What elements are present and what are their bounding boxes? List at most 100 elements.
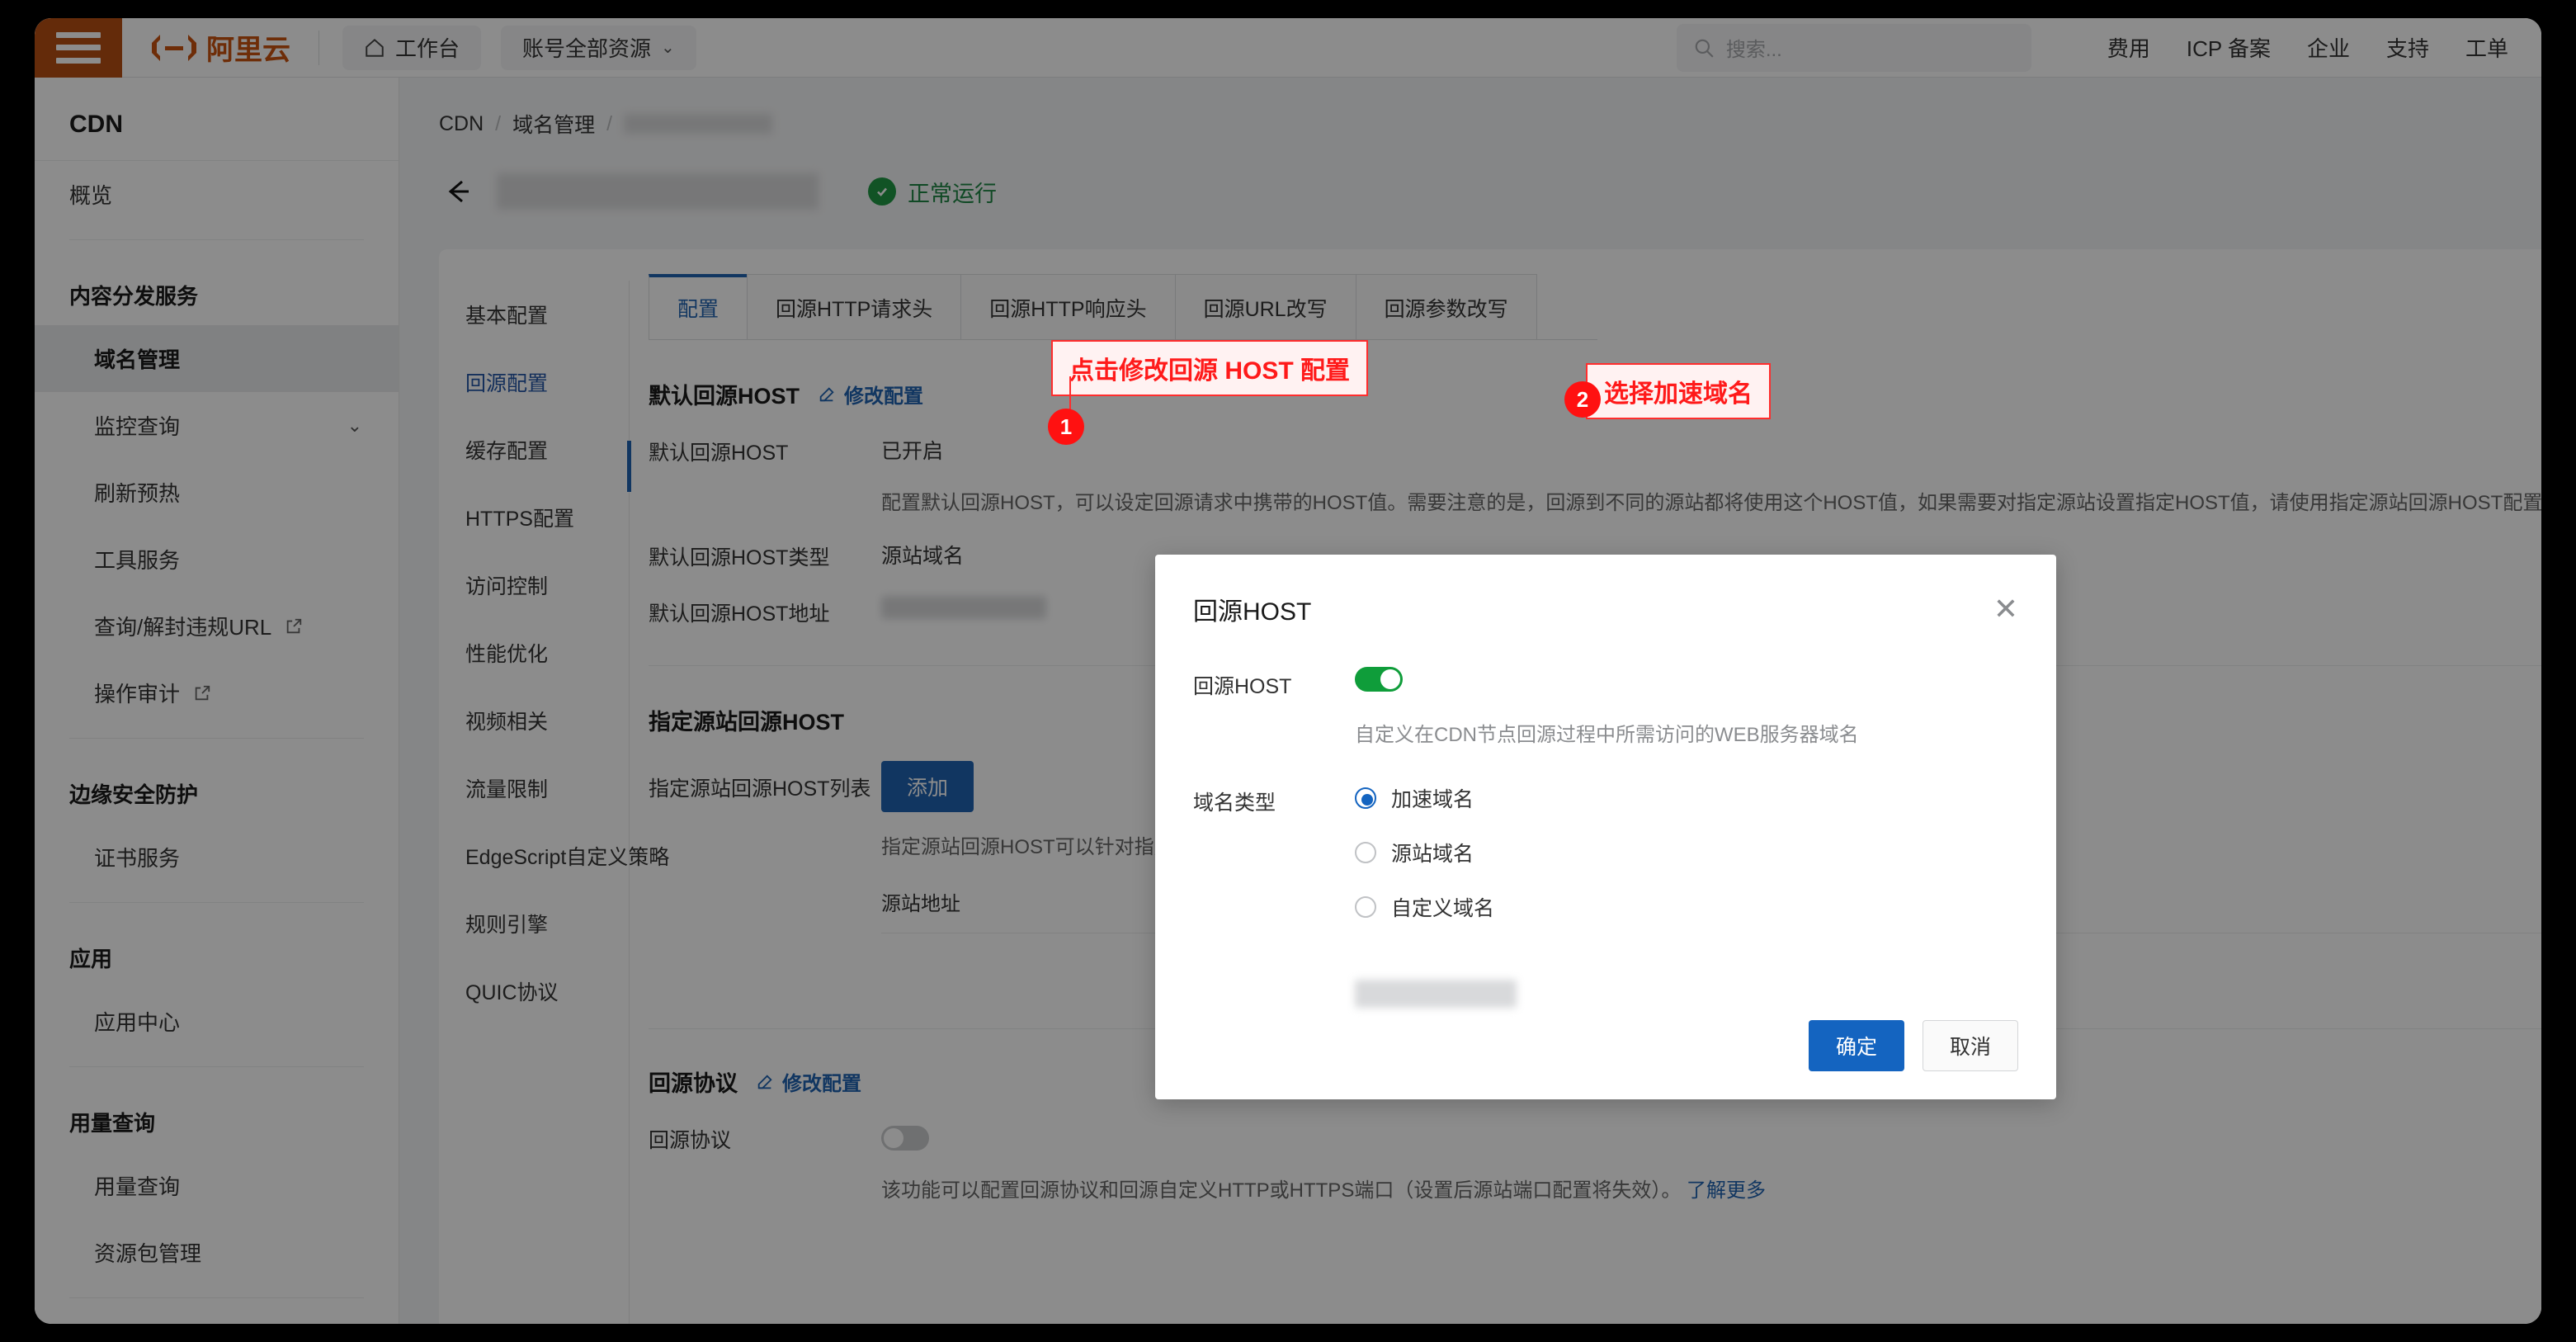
annotation-1-badge: 1 <box>1048 409 1084 445</box>
breadcrumb-item-domain-redacted <box>624 114 772 134</box>
section-title-label: 回源协议 <box>649 1066 738 1098</box>
cancel-button[interactable]: 取消 <box>1923 1020 2018 1071</box>
nav-support[interactable]: 支持 <box>2386 32 2429 63</box>
back-arrow-icon[interactable] <box>439 173 475 210</box>
tab-config[interactable]: 配置 <box>649 274 748 339</box>
learn-more-link[interactable]: 了解更多 <box>1687 1179 1766 1202</box>
workbench-button[interactable]: 工作台 <box>342 26 481 70</box>
sidebar-item-illegal-url[interactable]: 查询/解封违规URL <box>35 593 399 659</box>
config-menu-origin[interactable]: 回源配置 <box>439 348 629 416</box>
config-menu-cache[interactable]: 缓存配置 <box>439 416 629 484</box>
search-icon <box>1693 37 1715 59</box>
section-title-label: 指定源站回源HOST <box>649 704 844 736</box>
tab-param-rewrite[interactable]: 回源参数改写 <box>1356 274 1537 339</box>
breadcrumb-item-cdn[interactable]: CDN <box>439 112 484 136</box>
sidebar-item-certificate[interactable]: 证书服务 <box>35 824 399 891</box>
edit-pencil-icon <box>756 1073 774 1091</box>
nav-icp[interactable]: ICP 备案 <box>2187 32 2271 63</box>
modal-body: 回源HOST 自定义在CDN节点回源过程中所需访问的WEB服务器域名 域名类型 … <box>1155 627 2056 1012</box>
radio-icon <box>1355 787 1376 809</box>
row-default-host-enabled: 默认回源HOST 已开启 <box>649 435 2541 466</box>
confirm-button[interactable]: 确定 <box>1809 1020 1904 1071</box>
sidebar-item-resource-package[interactable]: 资源包管理 <box>35 1219 399 1286</box>
nav-enterprise[interactable]: 企业 <box>2307 32 2350 63</box>
sidebar-group-cdn: 内容分发服务 <box>35 252 399 325</box>
menu-button[interactable] <box>35 18 122 78</box>
sidebar-item-label: 用量查询 <box>94 1170 180 1201</box>
radio-option-accelerated-domain[interactable]: 加速域名 <box>1355 783 1494 813</box>
breadcrumb: CDN / 域名管理 / <box>399 78 2541 139</box>
config-menu-basic[interactable]: 基本配置 <box>439 281 629 348</box>
close-icon[interactable]: ✕ <box>1993 594 2018 624</box>
sidebar-divider <box>69 239 364 240</box>
hamburger-icon <box>56 32 101 64</box>
sidebar-item-label: 资源包管理 <box>94 1237 201 1268</box>
nav-ticket[interactable]: 工单 <box>2465 32 2508 63</box>
aliyun-logo[interactable]: 阿里云 <box>122 27 314 68</box>
annotation-1-text: 点击修改回源 HOST 配置 <box>1051 340 1368 396</box>
annotation-2-badge: 2 <box>1564 381 1601 418</box>
header-divider <box>318 31 319 65</box>
row-value-redacted <box>881 596 1046 619</box>
radio-icon <box>1355 842 1376 863</box>
tab-url-rewrite[interactable]: 回源URL改写 <box>1175 274 1356 339</box>
origin-host-modal: 回源HOST ✕ 回源HOST 自定义在CDN节点回源过程中所需访问的WEB服务… <box>1155 555 2056 1099</box>
breadcrumb-separator: / <box>495 112 501 136</box>
edit-pencil-icon <box>818 385 836 404</box>
sidebar-title: CDN <box>35 92 399 160</box>
sidebar-item-usage-query[interactable]: 用量查询 <box>35 1152 399 1219</box>
tab-bar: 配置 回源HTTP请求头 回源HTTP响应头 回源URL改写 回源参数改写 <box>649 274 1597 340</box>
edit-config-link-origin-protocol[interactable]: 修改配置 <box>756 1067 861 1096</box>
radio-label: 加速域名 <box>1391 783 1474 813</box>
tab-response-headers[interactable]: 回源HTTP响应头 <box>960 274 1175 339</box>
row-label: 默认回源HOST地址 <box>649 596 881 627</box>
sidebar-item-domain-management[interactable]: 域名管理 <box>35 325 399 392</box>
external-link-icon <box>193 684 211 702</box>
radio-option-custom-domain[interactable]: 自定义域名 <box>1355 892 1494 922</box>
sidebar-item-label: 应用中心 <box>94 1006 180 1037</box>
sidebar-item-audit[interactable]: 操作审计 <box>35 659 399 726</box>
annotation-1-badge-wrap: 1 <box>1048 409 1084 445</box>
row-value: 已开启 <box>881 435 943 465</box>
sidebar-item-overview[interactable]: 概览 <box>35 161 399 228</box>
nav-fees[interactable]: 费用 <box>2107 32 2150 63</box>
config-menu-access-control[interactable]: 访问控制 <box>439 551 629 619</box>
page-header: 正常运行 <box>399 139 2541 210</box>
config-menu-rule-engine[interactable]: 规则引擎 <box>439 890 629 957</box>
config-menu-traffic-limit[interactable]: 流量限制 <box>439 754 629 822</box>
config-menu-performance[interactable]: 性能优化 <box>439 619 629 687</box>
sidebar-item-app-center[interactable]: 应用中心 <box>35 988 399 1055</box>
chevron-down-icon: ⌄ <box>347 415 362 437</box>
resources-dropdown[interactable]: 账号全部资源 ⌄ <box>501 26 696 70</box>
sidebar-item-label: 概览 <box>69 179 112 210</box>
config-menu-https[interactable]: HTTPS配置 <box>439 484 629 551</box>
default-host-description: 配置默认回源HOST，可以设定回源请求中携带的HOST值。需要注意的是，回源到不… <box>881 486 2541 515</box>
modal-footer: 确定 取消 <box>1809 1020 2018 1071</box>
modal-header: 回源HOST ✕ <box>1155 555 2056 627</box>
config-menu-video[interactable]: 视频相关 <box>439 687 629 754</box>
row-label: 默认回源HOST <box>649 435 881 466</box>
config-menu-edgescript[interactable]: EdgeScript自定义策略 <box>439 822 629 890</box>
search-placeholder: 搜索... <box>1726 33 1782 62</box>
edit-config-link-default-host[interactable]: 修改配置 <box>818 380 923 409</box>
sidebar-item-tool-service[interactable]: 工具服务 <box>35 526 399 593</box>
sidebar-item-refresh-preload[interactable]: 刷新预热 <box>35 459 399 526</box>
search-input[interactable]: 搜索... <box>1677 24 2031 72</box>
breadcrumb-separator: / <box>606 112 612 136</box>
sidebar-item-label: 监控查询 <box>94 410 180 441</box>
sidebar-item-monitoring[interactable]: 监控查询 ⌄ <box>35 392 399 459</box>
origin-host-toggle[interactable] <box>1355 667 1403 692</box>
config-menu-quic[interactable]: QUIC协议 <box>439 957 629 1025</box>
origin-protocol-toggle[interactable] <box>881 1126 929 1151</box>
radio-option-origin-domain[interactable]: 源站域名 <box>1355 838 1494 867</box>
modal-domain-value-redacted <box>1355 980 1517 1008</box>
annotation-2-badge-wrap: 2 <box>1564 381 1601 418</box>
add-button[interactable]: 添加 <box>881 761 974 812</box>
breadcrumb-item-domain-management[interactable]: 域名管理 <box>512 109 595 139</box>
row-label: 指定源站回源HOST列表 <box>649 771 881 802</box>
top-header-bar: 阿里云 工作台 账号全部资源 ⌄ 搜索... 费用 <box>35 18 2541 78</box>
modal-title: 回源HOST <box>1193 591 1311 627</box>
tab-request-headers[interactable]: 回源HTTP请求头 <box>747 274 961 339</box>
row-label: 回源协议 <box>649 1122 881 1154</box>
radio-label: 自定义域名 <box>1391 892 1494 922</box>
